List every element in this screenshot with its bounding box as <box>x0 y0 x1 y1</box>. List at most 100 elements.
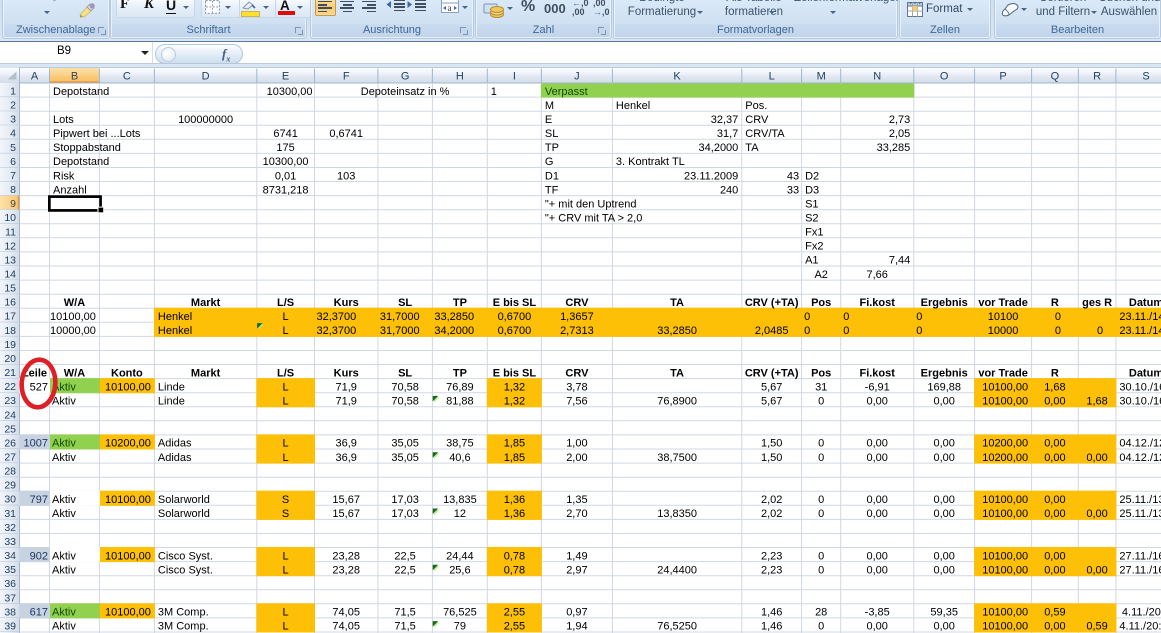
svg-text:10000: 10000 <box>988 325 1019 337</box>
svg-text:25: 25 <box>4 423 16 435</box>
svg-text:Cisco Syst.: Cisco Syst. <box>158 564 213 576</box>
svg-text:TA: TA <box>745 142 759 154</box>
svg-text:30: 30 <box>4 494 16 506</box>
svg-text:13,8350: 13,8350 <box>657 508 697 520</box>
svg-text:32,37: 32,37 <box>711 114 739 126</box>
svg-text:W/A: W/A <box>64 297 85 309</box>
svg-text:7,44: 7,44 <box>889 255 910 267</box>
svg-text:S1: S1 <box>805 198 818 210</box>
svg-text:10100,00: 10100,00 <box>982 396 1028 408</box>
svg-text:"+ mit den Uptrend: "+ mit den Uptrend <box>545 198 637 210</box>
svg-text:12: 12 <box>454 508 466 520</box>
svg-text:Linde: Linde <box>158 396 185 408</box>
svg-text:59,35: 59,35 <box>930 607 958 619</box>
svg-text:15,67: 15,67 <box>332 494 360 506</box>
svg-text:4: 4 <box>10 128 16 140</box>
svg-text:23,28: 23,28 <box>332 550 360 562</box>
svg-text:527: 527 <box>30 381 48 393</box>
svg-text:7,56: 7,56 <box>566 396 587 408</box>
svg-text:0,6700: 0,6700 <box>498 325 532 337</box>
svg-text:Lots: Lots <box>53 114 74 126</box>
svg-text:2,73: 2,73 <box>889 114 910 126</box>
svg-text:3M Comp.: 3M Comp. <box>158 607 209 619</box>
svg-text:10: 10 <box>4 212 16 224</box>
svg-text:1,36: 1,36 <box>504 508 525 520</box>
svg-text:38,7500: 38,7500 <box>657 452 697 464</box>
svg-text:D: D <box>202 70 210 82</box>
svg-text:9: 9 <box>10 198 16 210</box>
svg-text:1,46: 1,46 <box>761 607 782 619</box>
svg-text:0,59: 0,59 <box>1086 621 1107 633</box>
svg-text:0,00: 0,00 <box>866 550 887 562</box>
svg-text:0,00: 0,00 <box>933 452 954 464</box>
svg-text:TP: TP <box>453 367 467 379</box>
svg-text:1,35: 1,35 <box>566 494 587 506</box>
svg-text:SL: SL <box>398 297 412 309</box>
svg-text:0: 0 <box>843 311 849 323</box>
svg-text:Henkel: Henkel <box>616 100 650 112</box>
svg-text:1,94: 1,94 <box>566 621 587 633</box>
svg-text:S2: S2 <box>805 213 818 225</box>
svg-text:10200,00: 10200,00 <box>982 452 1028 464</box>
svg-text:0,00: 0,00 <box>933 438 954 450</box>
svg-text:10100: 10100 <box>988 311 1019 323</box>
svg-text:31: 31 <box>4 508 16 520</box>
svg-text:vor Trade: vor Trade <box>978 367 1028 379</box>
svg-text:10100,00: 10100,00 <box>105 607 151 619</box>
svg-text:10100,00: 10100,00 <box>982 494 1028 506</box>
svg-text:1,00: 1,00 <box>566 438 587 450</box>
svg-text:10100,00: 10100,00 <box>982 508 1028 520</box>
svg-text:Solarworld: Solarworld <box>158 508 210 520</box>
svg-text:10200,00: 10200,00 <box>982 438 1028 450</box>
svg-text:0,00: 0,00 <box>1044 452 1065 464</box>
svg-text:1,68: 1,68 <box>1044 381 1065 393</box>
svg-text:25,6: 25,6 <box>449 564 470 576</box>
svg-text:-6,91: -6,91 <box>865 381 890 393</box>
svg-text:76,5250: 76,5250 <box>657 621 697 633</box>
svg-text:P: P <box>999 70 1006 82</box>
svg-text:CRV: CRV <box>565 367 589 379</box>
svg-text:1: 1 <box>491 86 497 98</box>
svg-text:17: 17 <box>4 311 16 323</box>
svg-text:10100,00: 10100,00 <box>50 311 96 323</box>
svg-text:10100,00: 10100,00 <box>105 494 151 506</box>
svg-text:15: 15 <box>4 283 16 295</box>
svg-text:38,75: 38,75 <box>446 438 474 450</box>
svg-text:0: 0 <box>1097 325 1103 337</box>
svg-text:Depotstand: Depotstand <box>53 156 109 168</box>
svg-text:5,67: 5,67 <box>761 396 782 408</box>
svg-text:0,00: 0,00 <box>933 564 954 576</box>
svg-text:32: 32 <box>4 522 16 534</box>
svg-text:0,00: 0,00 <box>866 494 887 506</box>
svg-text:I: I <box>513 70 516 82</box>
svg-text:1,3657: 1,3657 <box>560 311 594 323</box>
svg-text:a: a <box>448 3 452 13</box>
svg-text:0: 0 <box>916 325 922 337</box>
svg-text:Fi.kost: Fi.kost <box>859 297 895 309</box>
svg-text:M: M <box>817 70 826 82</box>
svg-text:3M Comp.: 3M Comp. <box>158 621 209 633</box>
svg-text:797: 797 <box>30 494 48 506</box>
svg-text:5: 5 <box>10 142 16 154</box>
svg-text:Aktiv: Aktiv <box>52 550 76 562</box>
svg-text:1: 1 <box>10 86 16 98</box>
svg-text:E: E <box>545 114 552 126</box>
svg-text:37: 37 <box>4 592 16 604</box>
svg-text:2,00: 2,00 <box>566 452 587 464</box>
svg-text:0: 0 <box>818 564 824 576</box>
svg-text:34,2000: 34,2000 <box>699 142 739 154</box>
svg-text:23,28: 23,28 <box>332 564 360 576</box>
svg-text:TP: TP <box>453 297 467 309</box>
svg-text:2,55: 2,55 <box>504 607 525 619</box>
svg-text:1,85: 1,85 <box>504 438 525 450</box>
svg-text:0,00: 0,00 <box>933 550 954 562</box>
svg-text:0,00: 0,00 <box>933 396 954 408</box>
svg-text:70,58: 70,58 <box>391 396 419 408</box>
svg-text:2,02: 2,02 <box>761 508 782 520</box>
svg-text:0,6741: 0,6741 <box>329 128 363 140</box>
svg-text:8731,218: 8731,218 <box>263 184 309 196</box>
svg-text:CRV (+TA): CRV (+TA) <box>745 367 799 379</box>
svg-text:23.11./14:: 23.11./14: <box>1119 311 1161 323</box>
svg-text:22: 22 <box>4 381 16 393</box>
svg-text:0: 0 <box>818 452 824 464</box>
